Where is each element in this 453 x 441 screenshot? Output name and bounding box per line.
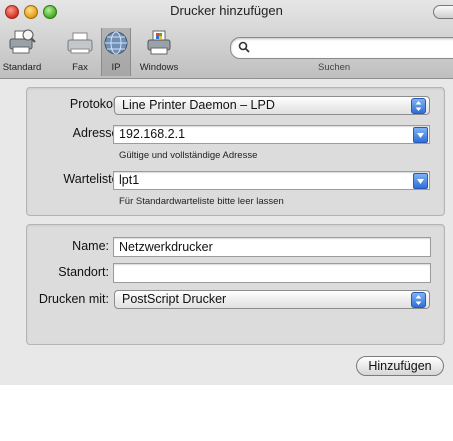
print-with-popup[interactable]: PostScript Drucker	[114, 290, 430, 309]
popup-arrows-icon	[411, 98, 426, 114]
location-field[interactable]	[113, 263, 431, 283]
connection-settings-group: Protokoll: Line Printer Daemon – LPD Adr…	[26, 87, 445, 216]
toolbar-item-fax[interactable]: Fax	[62, 28, 98, 76]
add-button[interactable]: Hinzufügen	[356, 356, 444, 376]
chevron-down-icon[interactable]	[413, 173, 428, 189]
fax-icon	[65, 28, 95, 58]
add-printer-window: Drucker hinzufügen Standard Fax IP Windo…	[0, 0, 453, 385]
default-printer-icon	[7, 28, 37, 58]
print-with-value: PostScript Drucker	[122, 292, 227, 306]
queue-combobox[interactable]: lpt1	[113, 171, 430, 190]
protocol-value: Line Printer Daemon – LPD	[122, 98, 275, 112]
chevron-down-icon[interactable]	[413, 127, 428, 143]
search-field-container	[230, 37, 453, 59]
toolbar-item-standard[interactable]: Standard	[0, 28, 44, 76]
address-hint: Gültige und vollständige Adresse	[119, 150, 258, 161]
location-label: Standort:	[58, 265, 109, 279]
name-value: Netzwerkdrucker	[119, 240, 213, 254]
toolbar-item-windows[interactable]: Windows	[136, 28, 182, 76]
search-icon	[238, 41, 250, 53]
search-label: Suchen	[318, 62, 351, 73]
address-value: 192.168.2.1	[119, 127, 186, 141]
windows-printer-icon	[144, 28, 174, 58]
printer-info-group: Name: Netzwerkdrucker Standort: Drucken …	[26, 224, 445, 345]
toolbar-toggle-button[interactable]	[433, 5, 453, 19]
name-field[interactable]: Netzwerkdrucker	[113, 237, 431, 257]
queue-value: lpt1	[119, 173, 140, 187]
protocol-popup[interactable]: Line Printer Daemon – LPD	[114, 96, 430, 115]
address-combobox[interactable]: 192.168.2.1	[113, 125, 430, 144]
popup-arrows-icon	[411, 292, 426, 308]
queue-hint: Für Standardwarteliste bitte leer lassen	[119, 196, 284, 207]
toolbar-item-label: Fax	[72, 62, 88, 73]
queue-label: Warteliste:	[63, 172, 122, 186]
toolbar-item-label: Standard	[2, 62, 42, 73]
toolbar-item-label: IP	[111, 62, 121, 73]
ip-globe-icon	[101, 28, 131, 58]
print-with-label: Drucken mit:	[38, 292, 109, 306]
address-label: Adresse:	[72, 126, 122, 140]
search-input[interactable]	[230, 37, 453, 59]
window-title: Drucker hinzufügen	[170, 3, 283, 18]
toolbar-item-label: Windows	[139, 62, 179, 73]
protocol-label: Protokoll:	[69, 97, 122, 111]
name-label: Name:	[72, 239, 109, 253]
toolbar-item-ip[interactable]: IP	[101, 28, 131, 76]
toolbar: Drucker hinzufügen Standard Fax IP Windo…	[0, 0, 453, 79]
